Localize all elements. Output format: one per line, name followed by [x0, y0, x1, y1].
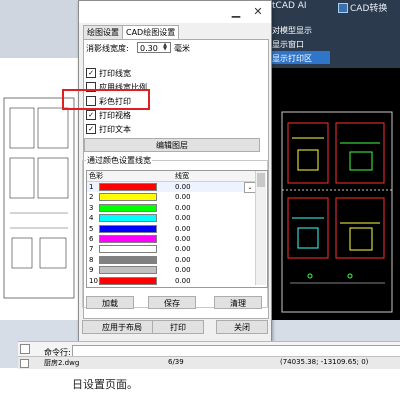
linewidth-cell[interactable]: 0.00 — [175, 203, 191, 213]
document-icon — [20, 359, 29, 368]
color-swatch[interactable] — [99, 276, 157, 285]
dialog-tabs: 绘图设置 CAD绘图设置 — [83, 25, 180, 40]
print-button[interactable]: 打印 — [152, 320, 204, 334]
status-bar: 厨房2.dwg 6/39 (74035.38; -13109.65; 0) — [18, 356, 400, 369]
linewidth-column-header: 线宽 — [175, 172, 189, 180]
color-index: 10 — [89, 276, 98, 285]
color-table-row[interactable]: 4 0.00 — [87, 213, 257, 223]
color-column-header: 色彩 — [89, 172, 103, 180]
color-table-row[interactable]: 6 0.00 — [87, 234, 257, 244]
linewidth-cell[interactable]: 0.00 — [175, 213, 191, 223]
linewidth-cell[interactable]: 0.00 — [175, 192, 191, 202]
spinner-arrows-icon[interactable]: ▲ ▼ — [161, 43, 169, 52]
floor-plan-drawing — [281, 111, 393, 313]
table-scrollbar[interactable] — [255, 171, 266, 285]
color-table-row[interactable]: 5 0.00 — [87, 224, 257, 234]
document-icon — [20, 344, 30, 354]
linewidth-unit-label: 毫米 — [174, 44, 190, 53]
minimize-icon[interactable]: ▁ — [229, 5, 243, 19]
color-table-row[interactable]: 7 0.00 — [87, 244, 257, 254]
checkbox-print-linewidth[interactable]: ✓ 打印线宽 — [86, 67, 131, 79]
checkbox-checked-icon[interactable]: ✓ — [86, 110, 96, 120]
tab-drawing-settings[interactable]: 绘图设置 — [83, 25, 123, 40]
color-swatch[interactable] — [99, 193, 157, 202]
color-table-row[interactable]: 9 0.00 — [87, 265, 257, 275]
left-toolbar-strip — [0, 0, 78, 58]
apply-to-layout-button[interactable]: 应用于布局 — [82, 320, 162, 334]
color-swatch[interactable] — [99, 183, 157, 191]
cad-convert-title: CAD转换 — [338, 1, 387, 14]
color-index: 1 — [89, 183, 94, 191]
color-table-row[interactable]: 3 0.00 — [87, 203, 257, 213]
linewidth-cell[interactable]: 0.00 — [175, 255, 191, 265]
color-swatch[interactable] — [99, 214, 157, 223]
coordinates-readout: (74035.38; -13109.65; 0) — [280, 358, 369, 366]
page-indicator: 6/39 — [168, 358, 184, 366]
ribbon-item-display-window[interactable]: 显示窗口 — [272, 39, 304, 50]
color-swatch[interactable] — [99, 266, 157, 275]
clear-button[interactable]: 清理 — [214, 296, 262, 309]
color-swatch[interactable] — [99, 255, 157, 264]
color-table-row[interactable]: 2 0.00 — [87, 192, 257, 202]
color-index: 2 — [89, 193, 94, 202]
linewidth-cell[interactable]: 0.00 — [175, 224, 191, 234]
linewidth-cell[interactable]: 0.00 — [175, 234, 191, 244]
ribbon-item-display-print-area[interactable]: 显示打印区 — [272, 53, 312, 64]
checkbox-checked-icon[interactable]: ✓ — [86, 68, 96, 78]
color-index: 5 — [89, 224, 94, 233]
app-logo-icon — [338, 2, 348, 13]
linewidth-cell[interactable]: 0.00 — [175, 265, 191, 275]
color-table-row[interactable]: 1 0.00 — [87, 182, 257, 192]
dialog-titlebar[interactable]: ▁ ✕ — [79, 1, 271, 23]
load-button[interactable]: 加载 — [86, 296, 134, 309]
color-index: 7 — [89, 245, 94, 254]
tab-cad-drawing-settings[interactable]: CAD绘图设置 — [122, 25, 180, 40]
hidden-line-width-label: 消影线宽度: — [86, 44, 129, 53]
save-button[interactable]: 保存 — [148, 296, 196, 309]
linewidth-cell[interactable]: 0.00 — [175, 276, 191, 286]
color-swatch[interactable] — [99, 235, 157, 243]
checkbox-checked-icon[interactable]: ✓ — [86, 124, 96, 134]
color-index: 8 — [89, 255, 94, 264]
color-index: 4 — [89, 214, 94, 223]
color-index: 6 — [89, 235, 94, 243]
color-linewidth-table[interactable]: 色彩 线宽 1 0.00 2 0.00 3 0.00 4 0.00 5 0.00 6 0.00 7 0.0… — [86, 170, 268, 288]
title-fragment-left: tCAD AI — [272, 1, 307, 11]
article-text: 日设置页面。 — [72, 378, 138, 391]
scroll-thumb[interactable] — [257, 173, 265, 187]
color-swatch[interactable] — [99, 245, 157, 254]
group-title: 通过颜色设置线宽 — [86, 155, 152, 166]
linewidth-cell[interactable]: 0.00 — [175, 244, 191, 254]
linewidth-cell[interactable]: 0.00 — [175, 182, 191, 192]
color-index: 3 — [89, 203, 94, 212]
color-swatch[interactable] — [99, 203, 157, 212]
file-name: 厨房2.dwg — [44, 359, 80, 367]
close-icon[interactable]: ✕ — [251, 5, 265, 19]
table-header: 色彩 线宽 — [87, 171, 257, 182]
color-index: 9 — [89, 266, 94, 275]
color-table-row[interactable]: 10 0.00 — [87, 276, 257, 286]
edit-layers-button[interactable]: 编辑图层 — [84, 138, 260, 152]
checkbox-print-viewport[interactable]: ✓ 打印视格 — [86, 109, 131, 121]
cad-drawing-canvas[interactable] — [270, 68, 400, 320]
ribbon-panel: tCAD AI CAD转换 对模型显示 显示窗口 显示打印区 — [270, 0, 400, 68]
checkbox-print-text[interactable]: ✓ 打印文本 — [86, 123, 131, 135]
ribbon-item-model-display[interactable]: 对模型显示 — [272, 25, 312, 36]
color-table-row[interactable]: 8 0.00 — [87, 255, 257, 265]
color-swatch[interactable] — [99, 224, 157, 233]
color-print-highlight-box — [62, 89, 150, 110]
close-button[interactable]: 关闭 — [216, 320, 268, 334]
